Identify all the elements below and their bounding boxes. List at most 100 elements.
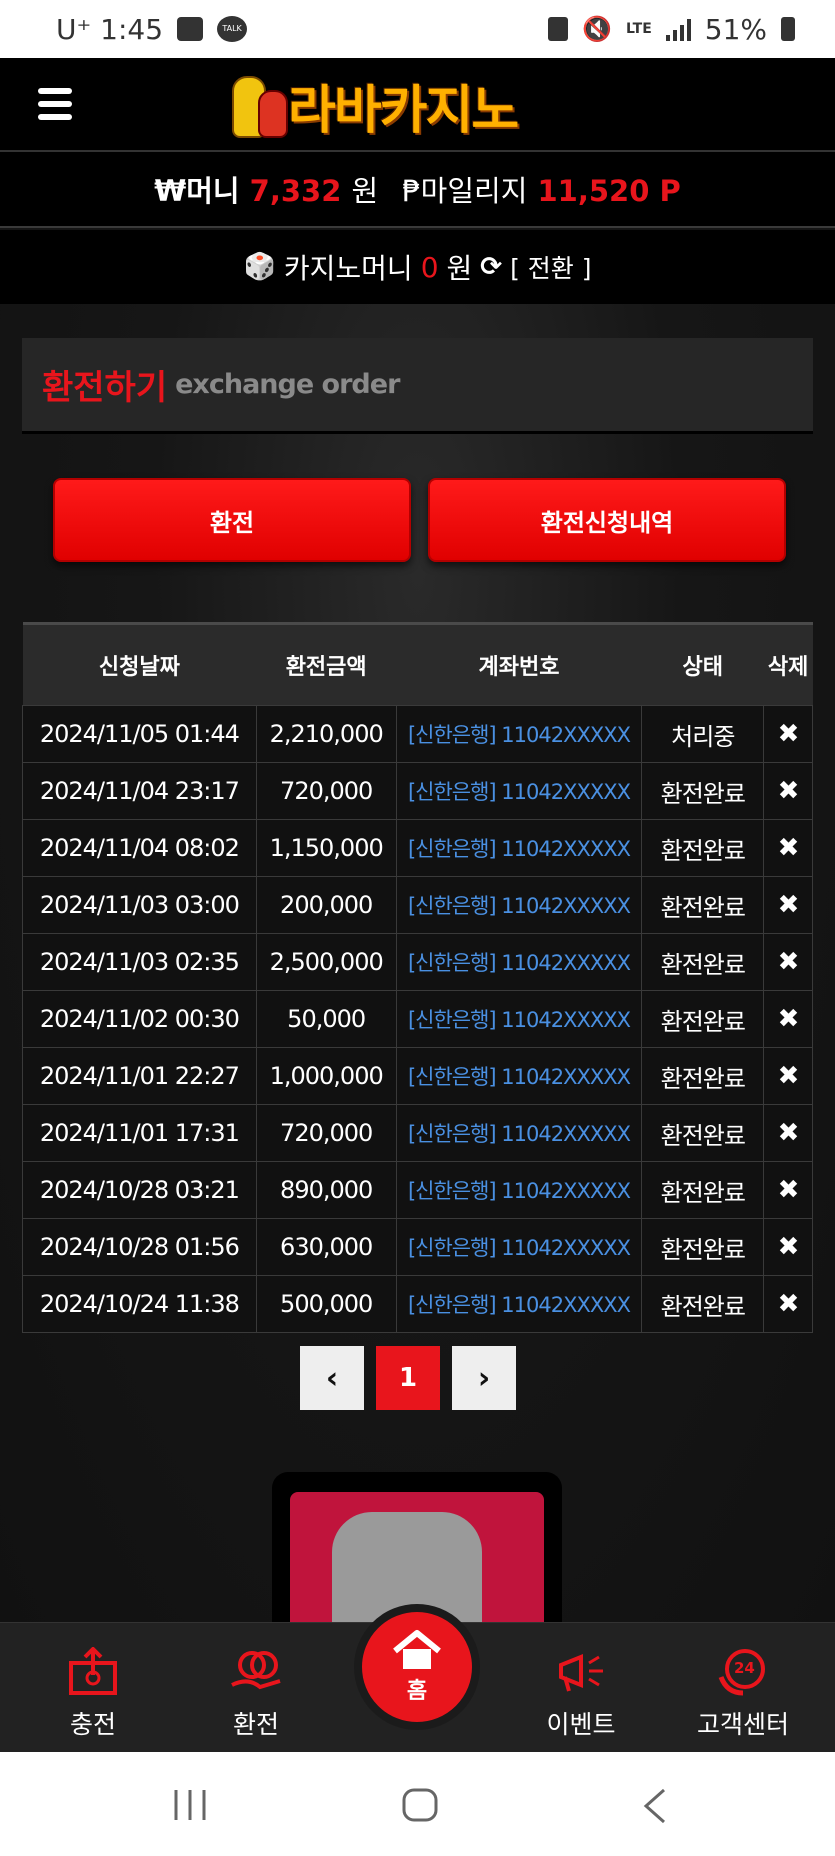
table-row: 2024/11/05 01:44 2,210,000 [신한은행] 11042XXX… <box>22 705 813 763</box>
header-status: 상태 <box>641 622 764 706</box>
dice-icon: 🎲 <box>243 252 276 282</box>
cell-status: 환전완료 <box>641 1104 765 1162</box>
header-delete: 삭제 <box>763 622 813 706</box>
convert-button[interactable]: [ 전환 ] <box>510 249 591 285</box>
recent-apps-icon[interactable] <box>172 1788 208 1826</box>
status-left: U⁺ 1:45 TALK <box>56 13 248 46</box>
cell-date: 2024/11/03 02:35 <box>22 933 257 991</box>
cell-amount: 200,000 <box>255 876 397 934</box>
header-account: 계좌번호 <box>396 622 642 706</box>
home-icon <box>393 1630 441 1669</box>
money-info: ₩머니 7,332 원 <box>154 168 378 210</box>
cell-amount: 720,000 <box>255 1104 397 1162</box>
section-title-box: 환전하기 exchange order <box>22 338 813 434</box>
table-row: 2024/11/04 08:02 1,150,000 [신한은행] 11042XXX… <box>22 819 813 877</box>
home-system-icon[interactable] <box>402 1788 438 1826</box>
gallery-icon <box>177 17 204 41</box>
header-date: 신청날짜 <box>22 622 257 706</box>
cell-status: 환전완료 <box>641 1275 765 1333</box>
delete-icon[interactable]: ✖ <box>763 876 813 934</box>
kakaotalk-icon: TALK <box>217 16 248 42</box>
cell-amount: 720,000 <box>255 762 397 820</box>
header-amount: 환전금액 <box>256 622 397 706</box>
cell-date: 2024/11/02 00:30 <box>22 990 257 1048</box>
back-icon[interactable] <box>640 1788 670 1828</box>
cell-amount: 890,000 <box>255 1161 397 1219</box>
cell-amount: 630,000 <box>255 1218 397 1276</box>
battery-percent: 51% <box>704 12 767 46</box>
cell-account: [신한은행] 11042XXXXX <box>395 1047 643 1105</box>
mileage-label: ₱마일리지 <box>402 174 528 208</box>
network-type: LTE <box>626 21 652 37</box>
prev-page-button[interactable]: ‹ <box>300 1346 364 1410</box>
delete-icon[interactable]: ✖ <box>763 1161 813 1219</box>
delete-icon[interactable]: ✖ <box>763 990 813 1048</box>
money-bar: ₩머니 7,332 원 ₱마일리지 11,520 P <box>0 152 835 228</box>
phone-24-icon: 24 <box>717 1647 769 1697</box>
delete-icon[interactable]: ✖ <box>763 705 813 763</box>
cell-account: [신한은행] 11042XXXXX <box>395 933 643 991</box>
money-value: 7,332 <box>249 174 342 208</box>
table-row: 2024/11/03 02:35 2,500,000 [신한은행] 11042XXX… <box>22 933 813 991</box>
delete-icon[interactable]: ✖ <box>763 819 813 877</box>
cell-amount: 2,210,000 <box>255 705 397 763</box>
table-header-row: 신청날짜 환전금액 계좌번호 상태 삭제 <box>22 622 813 706</box>
exchange-table: 신청날짜 환전금액 계좌번호 상태 삭제 2024/11/05 01:44 2,2… <box>22 622 813 1333</box>
table-row: 2024/11/01 17:31 720,000 [신한은행] 11042XXXXX… <box>22 1104 813 1162</box>
status-bar: U⁺ 1:45 TALK 🔇 LTE 51% <box>0 0 835 58</box>
cell-amount: 2,500,000 <box>255 933 397 991</box>
nav-charge[interactable]: 충전 <box>33 1646 153 1741</box>
cell-status: 환전완료 <box>641 1161 765 1219</box>
table-body: 2024/11/05 01:44 2,210,000 [신한은행] 11042XXX… <box>22 705 813 1333</box>
casino-money-value: 0 <box>420 250 439 284</box>
table-row: 2024/11/04 23:17 720,000 [신한은행] 11042XXXXX… <box>22 762 813 820</box>
cell-date: 2024/10/24 11:38 <box>22 1275 257 1333</box>
table-row: 2024/11/03 03:00 200,000 [신한은행] 11042XXXXX… <box>22 876 813 934</box>
current-page[interactable]: 1 <box>376 1346 440 1410</box>
battery-icon <box>781 17 795 41</box>
cell-date: 2024/11/03 03:00 <box>22 876 257 934</box>
cell-status: 환전완료 <box>641 990 765 1048</box>
refresh-icon[interactable]: ⟳ <box>480 252 502 282</box>
nav-event-label: 이벤트 <box>546 1710 616 1739</box>
nav-exchange[interactable]: 환전 <box>196 1647 316 1741</box>
cell-date: 2024/11/01 17:31 <box>22 1104 257 1162</box>
cell-status: 환전완료 <box>641 933 765 991</box>
system-nav-bar <box>0 1752 835 1856</box>
status-right: 🔇 LTE 51% <box>548 13 795 46</box>
nav-support[interactable]: 24 고객센터 <box>683 1647 803 1741</box>
home-button[interactable]: 홈 <box>354 1604 480 1730</box>
delete-icon[interactable]: ✖ <box>763 1104 813 1162</box>
delete-icon[interactable]: ✖ <box>763 1047 813 1105</box>
exchange-history-button[interactable]: 환전신청내역 <box>428 478 786 562</box>
nav-support-label: 고객센터 <box>696 1710 789 1739</box>
promo-banner[interactable] <box>272 1472 562 1622</box>
signal-icon <box>665 17 691 41</box>
mileage-value: 11,520 <box>537 174 650 208</box>
mute-icon: 🔇 <box>582 15 613 43</box>
larva-mascot-icon <box>228 72 288 138</box>
next-page-button[interactable]: › <box>452 1346 516 1410</box>
support-24-badge: 24 <box>734 1659 755 1677</box>
nav-event[interactable]: 이벤트 <box>521 1647 641 1741</box>
casino-money-unit: 원 <box>446 252 473 285</box>
delete-icon[interactable]: ✖ <box>763 1275 813 1333</box>
delete-icon[interactable]: ✖ <box>763 1218 813 1276</box>
nav-exchange-label: 환전 <box>232 1710 279 1739</box>
cell-date: 2024/11/04 23:17 <box>22 762 257 820</box>
delete-icon[interactable]: ✖ <box>763 762 813 820</box>
cell-account: [신한은행] 11042XXXXX <box>395 819 643 877</box>
home-label: 홈 <box>406 1679 428 1704</box>
coins-hand-icon <box>230 1647 282 1697</box>
megaphone-icon <box>555 1647 607 1697</box>
cell-date: 2024/10/28 03:21 <box>22 1161 257 1219</box>
cell-status: 환전완료 <box>641 819 765 877</box>
page-title: 환전하기 <box>42 368 168 408</box>
delete-icon[interactable]: ✖ <box>763 933 813 991</box>
cell-amount: 1,150,000 <box>255 819 397 877</box>
site-logo[interactable]: 라바카지노 <box>228 68 519 142</box>
exchange-button[interactable]: 환전 <box>53 478 411 562</box>
cell-account: [신한은행] 11042XXXXX <box>395 762 643 820</box>
menu-icon[interactable] <box>38 88 72 120</box>
mileage-unit: P <box>659 174 681 208</box>
